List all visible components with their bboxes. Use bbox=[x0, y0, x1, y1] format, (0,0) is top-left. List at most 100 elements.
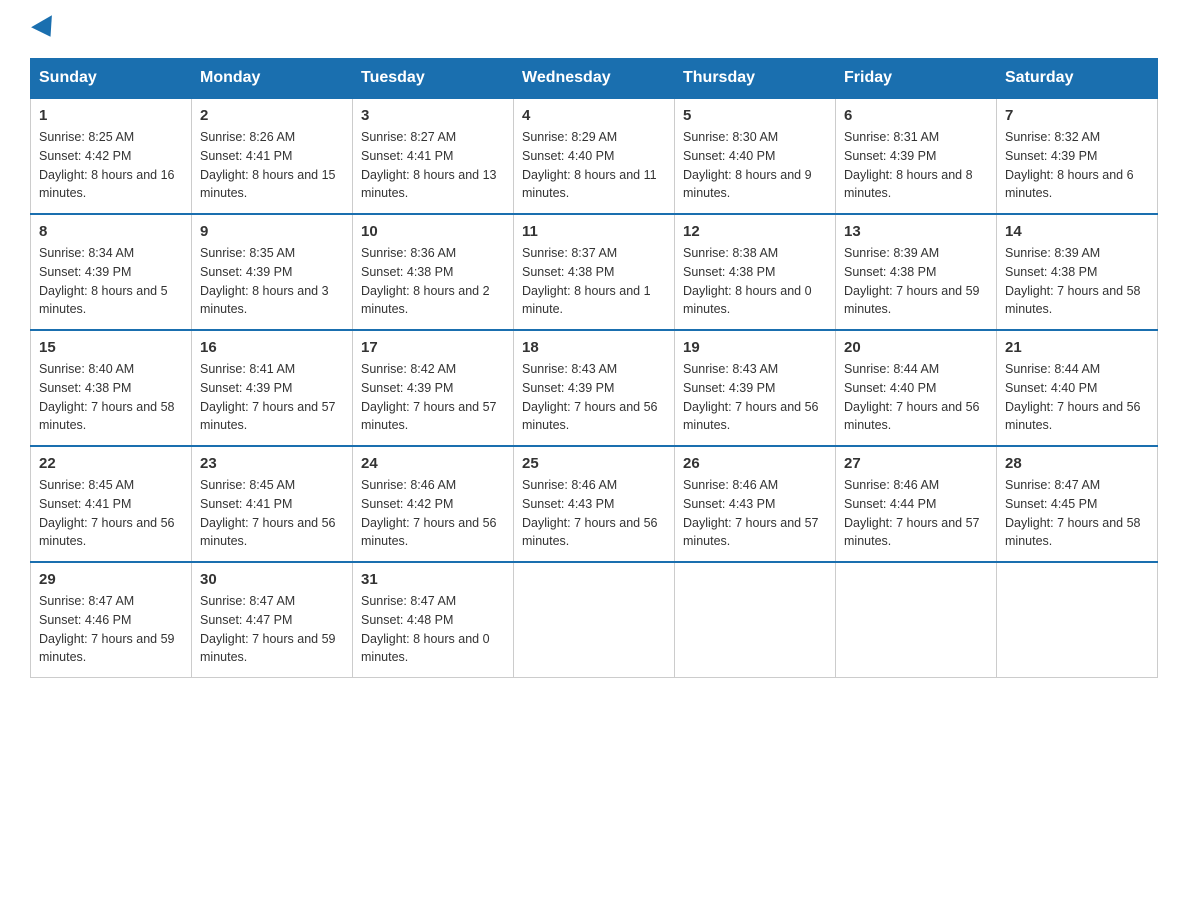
day-number: 9 bbox=[200, 223, 344, 240]
day-number: 14 bbox=[1005, 223, 1149, 240]
calendar-cell: 24 Sunrise: 8:46 AMSunset: 4:42 PMDaylig… bbox=[353, 446, 514, 562]
header-saturday: Saturday bbox=[997, 59, 1158, 99]
day-info: Sunrise: 8:42 AMSunset: 4:39 PMDaylight:… bbox=[361, 362, 497, 432]
day-number: 5 bbox=[683, 107, 827, 124]
calendar-cell: 28 Sunrise: 8:47 AMSunset: 4:45 PMDaylig… bbox=[997, 446, 1158, 562]
day-info: Sunrise: 8:38 AMSunset: 4:38 PMDaylight:… bbox=[683, 246, 812, 316]
calendar-cell: 4 Sunrise: 8:29 AMSunset: 4:40 PMDayligh… bbox=[514, 98, 675, 214]
page-header bbox=[30, 20, 1158, 38]
header-wednesday: Wednesday bbox=[514, 59, 675, 99]
day-info: Sunrise: 8:30 AMSunset: 4:40 PMDaylight:… bbox=[683, 130, 812, 200]
calendar-cell: 1 Sunrise: 8:25 AMSunset: 4:42 PMDayligh… bbox=[31, 98, 192, 214]
calendar-cell: 29 Sunrise: 8:47 AMSunset: 4:46 PMDaylig… bbox=[31, 562, 192, 678]
day-info: Sunrise: 8:37 AMSunset: 4:38 PMDaylight:… bbox=[522, 246, 651, 316]
calendar-cell: 6 Sunrise: 8:31 AMSunset: 4:39 PMDayligh… bbox=[836, 98, 997, 214]
logo-blue-text bbox=[30, 20, 58, 38]
calendar-cell: 15 Sunrise: 8:40 AMSunset: 4:38 PMDaylig… bbox=[31, 330, 192, 446]
calendar-cell: 27 Sunrise: 8:46 AMSunset: 4:44 PMDaylig… bbox=[836, 446, 997, 562]
day-info: Sunrise: 8:36 AMSunset: 4:38 PMDaylight:… bbox=[361, 246, 490, 316]
calendar-cell: 18 Sunrise: 8:43 AMSunset: 4:39 PMDaylig… bbox=[514, 330, 675, 446]
header-sunday: Sunday bbox=[31, 59, 192, 99]
day-info: Sunrise: 8:27 AMSunset: 4:41 PMDaylight:… bbox=[361, 130, 497, 200]
calendar-cell: 17 Sunrise: 8:42 AMSunset: 4:39 PMDaylig… bbox=[353, 330, 514, 446]
calendar-cell bbox=[514, 562, 675, 678]
day-info: Sunrise: 8:25 AMSunset: 4:42 PMDaylight:… bbox=[39, 130, 175, 200]
day-number: 20 bbox=[844, 339, 988, 356]
calendar-cell: 21 Sunrise: 8:44 AMSunset: 4:40 PMDaylig… bbox=[997, 330, 1158, 446]
day-info: Sunrise: 8:46 AMSunset: 4:43 PMDaylight:… bbox=[522, 478, 658, 548]
day-number: 18 bbox=[522, 339, 666, 356]
day-info: Sunrise: 8:26 AMSunset: 4:41 PMDaylight:… bbox=[200, 130, 336, 200]
day-number: 25 bbox=[522, 455, 666, 472]
day-info: Sunrise: 8:39 AMSunset: 4:38 PMDaylight:… bbox=[844, 246, 980, 316]
day-info: Sunrise: 8:44 AMSunset: 4:40 PMDaylight:… bbox=[1005, 362, 1141, 432]
day-info: Sunrise: 8:46 AMSunset: 4:42 PMDaylight:… bbox=[361, 478, 497, 548]
calendar-cell: 2 Sunrise: 8:26 AMSunset: 4:41 PMDayligh… bbox=[192, 98, 353, 214]
calendar-cell: 19 Sunrise: 8:43 AMSunset: 4:39 PMDaylig… bbox=[675, 330, 836, 446]
day-number: 13 bbox=[844, 223, 988, 240]
day-number: 2 bbox=[200, 107, 344, 124]
day-number: 17 bbox=[361, 339, 505, 356]
calendar-cell: 31 Sunrise: 8:47 AMSunset: 4:48 PMDaylig… bbox=[353, 562, 514, 678]
header-friday: Friday bbox=[836, 59, 997, 99]
day-number: 31 bbox=[361, 571, 505, 588]
calendar-cell: 20 Sunrise: 8:44 AMSunset: 4:40 PMDaylig… bbox=[836, 330, 997, 446]
day-number: 4 bbox=[522, 107, 666, 124]
day-number: 29 bbox=[39, 571, 183, 588]
day-number: 8 bbox=[39, 223, 183, 240]
day-info: Sunrise: 8:46 AMSunset: 4:43 PMDaylight:… bbox=[683, 478, 819, 548]
day-number: 26 bbox=[683, 455, 827, 472]
day-info: Sunrise: 8:47 AMSunset: 4:45 PMDaylight:… bbox=[1005, 478, 1141, 548]
calendar-cell: 25 Sunrise: 8:46 AMSunset: 4:43 PMDaylig… bbox=[514, 446, 675, 562]
header-thursday: Thursday bbox=[675, 59, 836, 99]
day-number: 28 bbox=[1005, 455, 1149, 472]
calendar-cell: 12 Sunrise: 8:38 AMSunset: 4:38 PMDaylig… bbox=[675, 214, 836, 330]
calendar-table: SundayMondayTuesdayWednesdayThursdayFrid… bbox=[30, 58, 1158, 678]
day-info: Sunrise: 8:34 AMSunset: 4:39 PMDaylight:… bbox=[39, 246, 168, 316]
day-info: Sunrise: 8:40 AMSunset: 4:38 PMDaylight:… bbox=[39, 362, 175, 432]
calendar-cell: 22 Sunrise: 8:45 AMSunset: 4:41 PMDaylig… bbox=[31, 446, 192, 562]
day-info: Sunrise: 8:44 AMSunset: 4:40 PMDaylight:… bbox=[844, 362, 980, 432]
calendar-cell: 16 Sunrise: 8:41 AMSunset: 4:39 PMDaylig… bbox=[192, 330, 353, 446]
day-info: Sunrise: 8:41 AMSunset: 4:39 PMDaylight:… bbox=[200, 362, 336, 432]
calendar-cell: 9 Sunrise: 8:35 AMSunset: 4:39 PMDayligh… bbox=[192, 214, 353, 330]
day-number: 23 bbox=[200, 455, 344, 472]
day-info: Sunrise: 8:45 AMSunset: 4:41 PMDaylight:… bbox=[39, 478, 175, 548]
calendar-week-row: 22 Sunrise: 8:45 AMSunset: 4:41 PMDaylig… bbox=[31, 446, 1158, 562]
day-info: Sunrise: 8:31 AMSunset: 4:39 PMDaylight:… bbox=[844, 130, 973, 200]
calendar-cell: 7 Sunrise: 8:32 AMSunset: 4:39 PMDayligh… bbox=[997, 98, 1158, 214]
day-number: 30 bbox=[200, 571, 344, 588]
header-tuesday: Tuesday bbox=[353, 59, 514, 99]
day-info: Sunrise: 8:32 AMSunset: 4:39 PMDaylight:… bbox=[1005, 130, 1134, 200]
logo-triangle-icon bbox=[31, 15, 61, 43]
day-number: 3 bbox=[361, 107, 505, 124]
calendar-week-row: 15 Sunrise: 8:40 AMSunset: 4:38 PMDaylig… bbox=[31, 330, 1158, 446]
calendar-cell: 30 Sunrise: 8:47 AMSunset: 4:47 PMDaylig… bbox=[192, 562, 353, 678]
day-number: 1 bbox=[39, 107, 183, 124]
day-number: 6 bbox=[844, 107, 988, 124]
calendar-cell: 13 Sunrise: 8:39 AMSunset: 4:38 PMDaylig… bbox=[836, 214, 997, 330]
day-number: 15 bbox=[39, 339, 183, 356]
day-number: 7 bbox=[1005, 107, 1149, 124]
calendar-header-row: SundayMondayTuesdayWednesdayThursdayFrid… bbox=[31, 59, 1158, 99]
calendar-cell: 11 Sunrise: 8:37 AMSunset: 4:38 PMDaylig… bbox=[514, 214, 675, 330]
calendar-cell: 26 Sunrise: 8:46 AMSunset: 4:43 PMDaylig… bbox=[675, 446, 836, 562]
day-number: 21 bbox=[1005, 339, 1149, 356]
calendar-cell: 8 Sunrise: 8:34 AMSunset: 4:39 PMDayligh… bbox=[31, 214, 192, 330]
day-number: 12 bbox=[683, 223, 827, 240]
day-info: Sunrise: 8:46 AMSunset: 4:44 PMDaylight:… bbox=[844, 478, 980, 548]
day-info: Sunrise: 8:43 AMSunset: 4:39 PMDaylight:… bbox=[522, 362, 658, 432]
calendar-week-row: 29 Sunrise: 8:47 AMSunset: 4:46 PMDaylig… bbox=[31, 562, 1158, 678]
day-info: Sunrise: 8:43 AMSunset: 4:39 PMDaylight:… bbox=[683, 362, 819, 432]
day-number: 16 bbox=[200, 339, 344, 356]
day-number: 10 bbox=[361, 223, 505, 240]
calendar-cell: 3 Sunrise: 8:27 AMSunset: 4:41 PMDayligh… bbox=[353, 98, 514, 214]
day-number: 22 bbox=[39, 455, 183, 472]
day-info: Sunrise: 8:47 AMSunset: 4:46 PMDaylight:… bbox=[39, 594, 175, 664]
calendar-week-row: 8 Sunrise: 8:34 AMSunset: 4:39 PMDayligh… bbox=[31, 214, 1158, 330]
calendar-cell: 10 Sunrise: 8:36 AMSunset: 4:38 PMDaylig… bbox=[353, 214, 514, 330]
day-info: Sunrise: 8:39 AMSunset: 4:38 PMDaylight:… bbox=[1005, 246, 1141, 316]
header-monday: Monday bbox=[192, 59, 353, 99]
calendar-cell: 23 Sunrise: 8:45 AMSunset: 4:41 PMDaylig… bbox=[192, 446, 353, 562]
calendar-cell: 14 Sunrise: 8:39 AMSunset: 4:38 PMDaylig… bbox=[997, 214, 1158, 330]
